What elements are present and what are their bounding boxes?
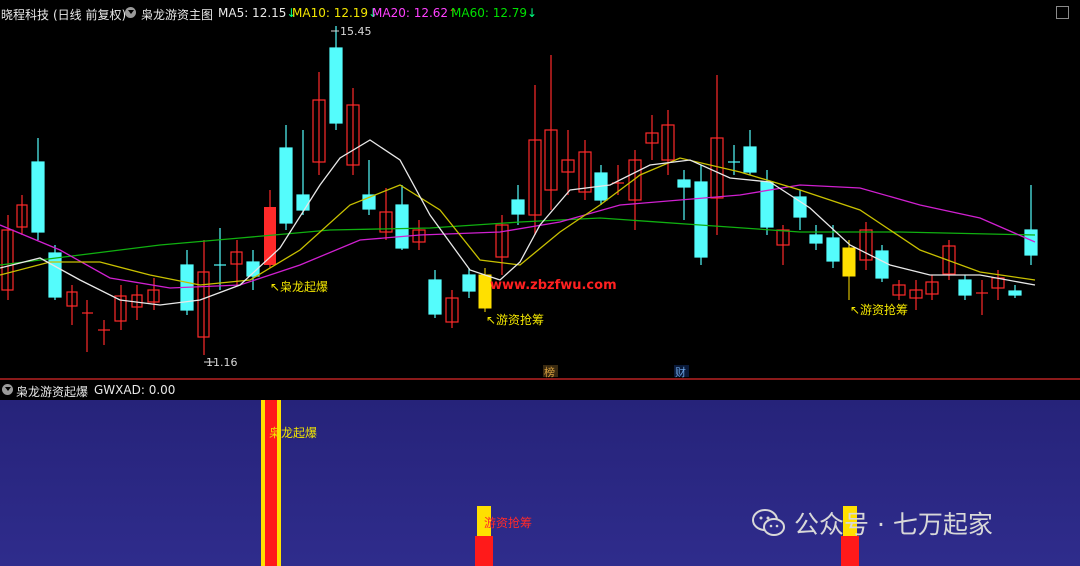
signal-label-1: ↖枭龙起爆: [270, 279, 328, 294]
sub-label-1: 枭龙起爆: [269, 426, 318, 440]
event-marker-finance[interactable]: 财: [675, 365, 686, 378]
ma10-label: MA10: 12.19↓: [292, 6, 379, 20]
indicator-name[interactable]: 枭龙游资主图: [141, 6, 213, 23]
ma60-label: MA60: 12.79↓: [451, 6, 538, 20]
settings-icon[interactable]: [1056, 6, 1069, 19]
stock-name: 晓程科技: [1, 8, 50, 22]
sub-label-2: 游资抢筹: [484, 516, 533, 530]
price-high-label: 15.45: [340, 26, 372, 38]
chevron-down-icon[interactable]: [2, 384, 13, 395]
sub-indicator-value: GWXAD: 0.00: [94, 383, 176, 397]
event-marker-list[interactable]: 榜: [544, 365, 555, 378]
wechat-watermark: 公众号 · 七万起家: [752, 505, 993, 541]
ma20-label: MA20: 12.62↑: [372, 6, 459, 20]
signal-label-3: ↖游资抢筹: [850, 302, 908, 317]
sub-indicator-name[interactable]: 枭龙游资起爆: [16, 383, 88, 400]
watermark-text: 公众号 · 七万起家: [794, 510, 993, 539]
signal-bar-2-base: [475, 536, 493, 566]
chevron-down-icon[interactable]: [125, 7, 136, 18]
wechat-icon: [752, 509, 785, 536]
ma5-label: MA5: 12.15↓: [218, 6, 297, 20]
signal-label-2: ↖游资抢筹: [486, 312, 544, 327]
sub-indicator-panel[interactable]: 枭龙起爆 游资抢筹: [0, 400, 1080, 566]
candlestick-chart[interactable]: 15.45 11.16 ↖枭龙起爆 ↖游资抢筹 ↖游资抢筹 www.zbzfwu…: [0, 26, 1080, 378]
sub-panel-header: 枭龙游资起爆 GWXAD: 0.00: [0, 380, 1080, 400]
period-label: (日线 前复权): [53, 8, 127, 22]
indicator-header: 晓程科技 (日线 前复权) 枭龙游资主图 MA5: 12.15↓ MA10: 1…: [0, 0, 1080, 26]
website-watermark: www.zbzfwu.com: [490, 278, 617, 293]
